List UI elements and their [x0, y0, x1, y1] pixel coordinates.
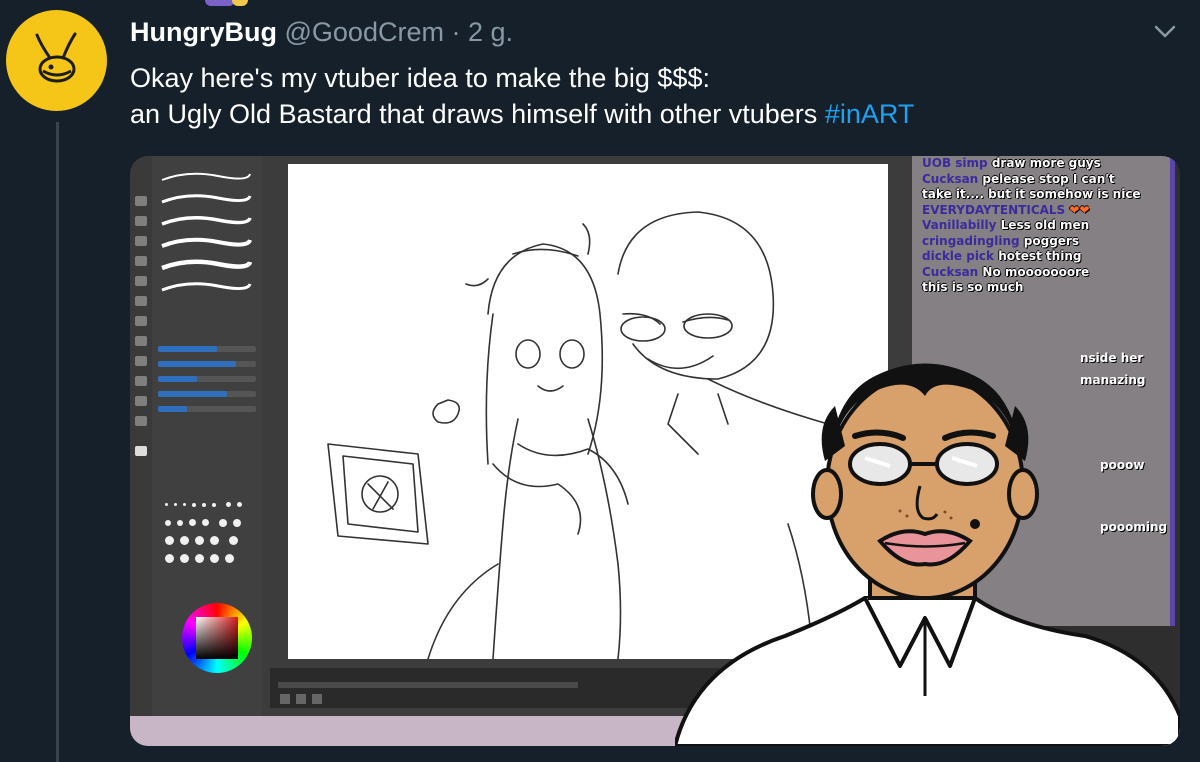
display-name[interactable]: HungryBug — [130, 17, 277, 47]
chat-text: poggers — [1023, 233, 1079, 248]
avatar[interactable] — [6, 10, 107, 111]
opacity-slider — [158, 361, 256, 367]
tool-icon — [135, 196, 147, 206]
chat-text: pelease stop I can't — [982, 171, 1115, 186]
brush-preset — [158, 166, 254, 186]
tool-icon — [135, 316, 147, 326]
chat-username: Vanillabilly — [922, 218, 997, 232]
stabilizer-slider — [158, 376, 256, 382]
brush-panel — [152, 156, 262, 716]
tool-icon — [135, 296, 147, 306]
tweet-text-segment: an Ugly Old Bastard that draws himself w… — [130, 99, 818, 129]
tool-icon — [135, 236, 147, 246]
timeline-control — [296, 694, 306, 704]
tool-icon — [135, 376, 147, 386]
timeline-track — [278, 682, 578, 688]
vtuber-avatar-illustration — [675, 363, 1180, 746]
brush-preset — [158, 188, 254, 208]
chat-message: Cucksan No mooooooore — [912, 265, 1170, 281]
chat-text: take it.... but it somehow is nice — [922, 187, 1141, 201]
chat-message: this is so much — [912, 280, 1170, 296]
emoji-fragment — [205, 0, 235, 6]
tweet-media-image[interactable]: UOB simp draw more guys Cucksan pelease … — [130, 156, 1180, 746]
chat-message: Vanillabilly Less old men — [912, 218, 1170, 234]
brush-preset — [158, 232, 254, 252]
chat-username: UOB simp — [922, 156, 988, 170]
tool-icon — [135, 336, 147, 346]
user-handle[interactable]: @GoodCrem — [285, 17, 444, 47]
drawing-app-toolbar — [130, 156, 152, 716]
timeline-control — [312, 694, 322, 704]
timeline-control — [280, 694, 290, 704]
chat-username: EVERYDAYTENTICALS — [922, 202, 1066, 217]
chat-username: Cucksan — [922, 171, 979, 186]
brush-preset — [158, 254, 254, 274]
chat-message: Cucksan pelease stop I can't — [912, 172, 1170, 188]
heart-emote-icon: ❤❤ — [1069, 202, 1090, 217]
chat-text: this is so much — [922, 280, 1024, 294]
chat-text: Less old men — [1000, 218, 1090, 232]
separator-dot: · — [451, 17, 461, 47]
color-swatch-icon — [135, 446, 147, 456]
brush-preset — [158, 276, 254, 296]
chat-text: draw more guys — [991, 156, 1101, 170]
tool-icon — [135, 256, 147, 266]
emoji-fragment — [232, 0, 248, 6]
chat-message: take it.... but it somehow is nice — [912, 187, 1170, 203]
chat-message: cringadingling poggers — [912, 234, 1170, 250]
brush-size-slider — [158, 346, 256, 352]
hashtag-link[interactable]: #inART — [825, 99, 915, 129]
chat-text: No mooooooore — [982, 264, 1090, 279]
tweet-menu-button[interactable] — [1150, 16, 1180, 46]
chat-username: Cucksan — [922, 264, 979, 279]
tool-icon — [135, 416, 147, 426]
bug-icon — [35, 32, 76, 82]
density-slider — [158, 391, 256, 397]
texture-slider — [158, 406, 256, 412]
thread-line — [56, 122, 59, 762]
tool-icon — [135, 276, 147, 286]
chat-message: dickle pick hotest thing — [912, 249, 1170, 265]
tweet-text-line: an Ugly Old Bastard that draws himself w… — [130, 96, 1170, 132]
chat-username: dickle pick — [922, 249, 995, 263]
chat-username: cringadingling — [922, 233, 1020, 248]
tweet-text: Okay here's my vtuber idea to make the b… — [130, 60, 1170, 132]
chevron-down-icon — [1154, 25, 1176, 38]
tweet-header: HungryBug @GoodCrem · 2 g. — [130, 14, 513, 50]
chat-message: EVERYDAYTENTICALS ❤❤ — [912, 203, 1170, 219]
tweet-text-line: Okay here's my vtuber idea to make the b… — [130, 63, 710, 93]
tool-icon — [135, 216, 147, 226]
brush-size-palette — [162, 496, 254, 568]
previous-tweet-fragment — [0, 0, 1200, 8]
tool-icon — [135, 396, 147, 406]
color-wheel — [182, 603, 252, 673]
tweet-timestamp[interactable]: 2 g. — [468, 17, 513, 47]
brush-preset — [158, 210, 254, 230]
chat-message: UOB simp draw more guys — [912, 156, 1170, 172]
chat-text: hotest thing — [998, 249, 1082, 263]
tool-icon — [135, 356, 147, 366]
